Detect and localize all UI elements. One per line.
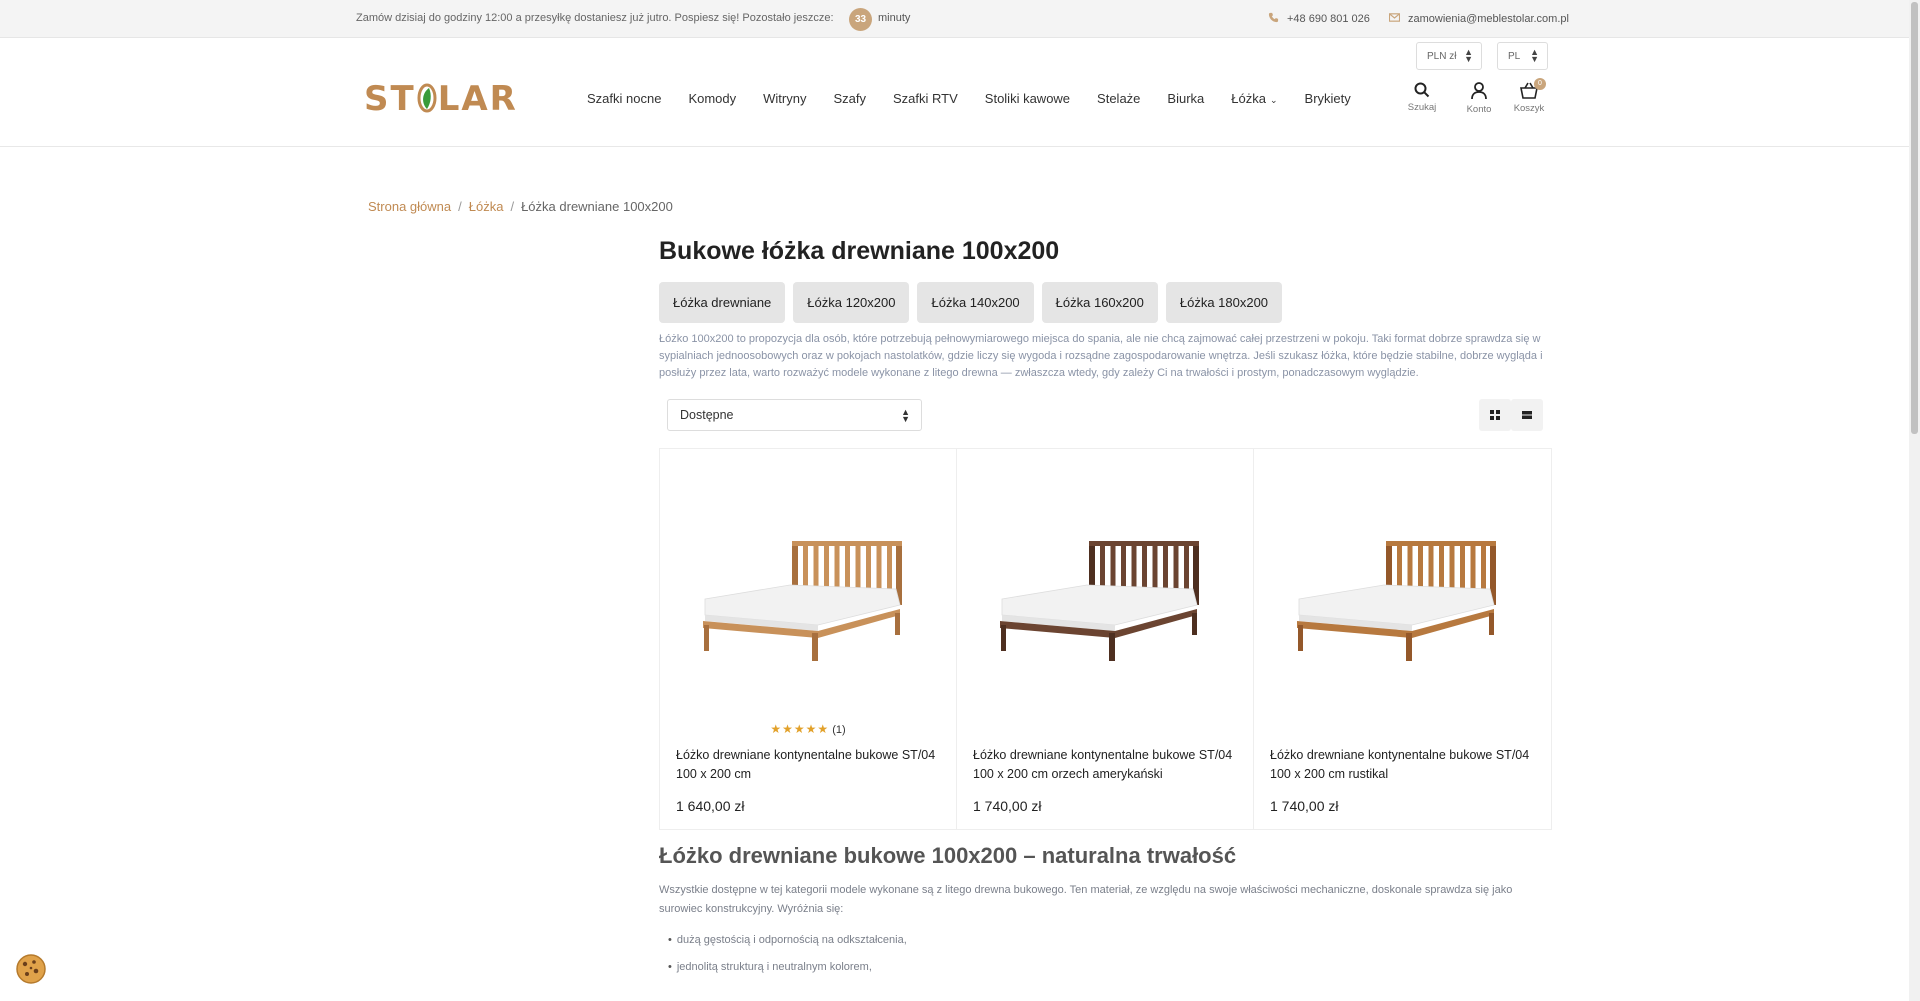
product-price: 1 740,00 zł — [973, 798, 1042, 814]
countdown-unit: minuty — [878, 12, 911, 24]
cookie-settings-icon[interactable] — [15, 953, 47, 985]
list-item: dużą gęstością i odpornością na odkształ… — [668, 934, 907, 946]
chip-lozka-140x200[interactable]: Łóżka 140x200 — [917, 282, 1034, 323]
sort-select[interactable]: Dostępne ▲ ▼ — [667, 399, 922, 431]
nav-item-stoliki-kawowe[interactable]: Stoliki kawowe — [985, 91, 1070, 106]
list-item: jednolitą strukturą i neutralnym kolorem… — [668, 961, 907, 973]
rating-stars-icon: ★★★★★ — [770, 722, 830, 736]
language-select[interactable]: PL ▲ ▼ — [1497, 42, 1548, 70]
chevron-down-icon: ⌄ — [1269, 95, 1278, 105]
breadcrumb-current: Łóżka drewniane 100x200 — [521, 199, 673, 214]
chip-lozka-180x200[interactable]: Łóżka 180x200 — [1165, 282, 1283, 323]
nav-item-lozka[interactable]: Łóżka ⌄ — [1231, 91, 1277, 106]
subcategory-chips: Łóżka drewniane Łóżka 120x200 Łóżka 140x… — [659, 282, 1290, 323]
nav-item-witryny[interactable]: Witryny — [763, 91, 806, 106]
site-header: PLN zł ▲ ▼ PL ▲ ▼ ST LAR Szafki nocne Komod… — [0, 39, 1909, 147]
product-image[interactable] — [1294, 533, 1504, 663]
product-card[interactable]: Łóżko drewniane kontynentalne bukowe ST/… — [957, 449, 1254, 829]
main-nav: Szafki nocne Komody Witryny Szafy Szafki… — [587, 91, 1378, 106]
top-bar: Zamów dzisiaj do godziny 12:00 a przesył… — [0, 0, 1909, 38]
scrollbar-thumb[interactable] — [1911, 2, 1918, 434]
breadcrumb-separator: / — [458, 199, 462, 214]
nav-item-brykiety[interactable]: Brykiety — [1305, 91, 1351, 106]
cart-label: Koszyk — [1513, 103, 1545, 114]
product-name[interactable]: Łóżko drewniane kontynentalne bukowe ST/… — [676, 746, 936, 784]
product-image[interactable] — [700, 533, 910, 663]
grid-icon — [1490, 410, 1500, 420]
product-grid: ★★★★★ (1) Łóżko drewniane kontynentalne … — [659, 448, 1552, 830]
cart-button[interactable]: 0 Koszyk — [1504, 78, 1554, 114]
product-price: 1 740,00 zł — [1270, 798, 1339, 814]
page-title: Bukowe łóżka drewniane 100x200 — [659, 237, 1060, 265]
section-text: Wszystkie dostępne w tej kategorii model… — [659, 884, 1513, 915]
nav-item-komody[interactable]: Komody — [688, 91, 736, 106]
select-arrows-icon: ▲ ▼ — [901, 407, 910, 424]
language-value: PL — [1508, 51, 1521, 62]
page-scrollbar[interactable] — [1909, 0, 1920, 1001]
search-button[interactable]: Szukaj — [1397, 82, 1447, 113]
list-view-button[interactable] — [1511, 399, 1543, 431]
breadcrumb-home[interactable]: Strona główna — [368, 199, 451, 214]
nav-item-szafy[interactable]: Szafy — [833, 91, 866, 106]
section-title: Łóżko drewniane bukowe 100x200 – natural… — [659, 843, 1237, 868]
category-intro: Łóżko 100x200 to propozycja dla osób, kt… — [659, 333, 1543, 379]
select-arrows-icon: ▲ ▼ — [1530, 47, 1539, 64]
site-logo[interactable]: ST LAR — [364, 79, 518, 119]
currency-value: PLN zł — [1427, 51, 1457, 62]
email-link[interactable]: zamowienia@meblestolar.com.pl — [1389, 12, 1569, 25]
cart-count-badge: 0 — [1534, 78, 1546, 90]
product-image[interactable] — [997, 533, 1207, 663]
chip-lozka-120x200[interactable]: Łóżka 120x200 — [793, 282, 910, 323]
search-icon — [1414, 82, 1430, 98]
breadcrumb-separator: / — [510, 199, 515, 214]
account-label: Konto — [1466, 104, 1492, 115]
phone-number: +48 690 801 026 — [1287, 13, 1370, 25]
product-name[interactable]: Łóżko drewniane kontynentalne bukowe ST/… — [1270, 746, 1530, 784]
nav-item-stelaze[interactable]: Stelaże — [1097, 91, 1140, 106]
review-count[interactable]: (1) — [832, 724, 845, 736]
phone-icon — [1268, 12, 1279, 23]
breadcrumb: Strona główna / Łóżka / Łóżka drewniane 100x… — [368, 199, 673, 214]
leaf-logo-icon — [417, 83, 437, 113]
product-rating: ★★★★★ (1) — [660, 722, 956, 736]
chip-lozka-160x200[interactable]: Łóżka 160x200 — [1041, 282, 1158, 323]
product-card[interactable]: ★★★★★ (1) Łóżko drewniane kontynentalne … — [660, 449, 957, 829]
nav-item-biurka[interactable]: Biurka — [1167, 91, 1204, 106]
select-arrows-icon: ▲ ▼ — [1464, 47, 1473, 64]
product-card[interactable]: Łóżko drewniane kontynentalne bukowe ST/… — [1254, 449, 1551, 829]
nav-item-szafki-nocne[interactable]: Szafki nocne — [587, 91, 661, 106]
list-icon — [1522, 411, 1532, 419]
promo-text: Zamów dzisiaj do godziny 12:00 a przesył… — [356, 12, 834, 24]
currency-select[interactable]: PLN zł ▲ ▼ — [1416, 42, 1482, 70]
nav-item-szafki-rtv[interactable]: Szafki RTV — [893, 91, 958, 106]
user-icon — [1471, 82, 1487, 100]
chip-lozka-drewniane[interactable]: Łóżka drewniane — [659, 282, 786, 323]
search-label: Szukaj — [1407, 102, 1437, 113]
sort-value: Dostępne — [680, 408, 734, 422]
phone-link[interactable]: +48 690 801 026 — [1268, 12, 1370, 25]
account-button[interactable]: Konto — [1454, 82, 1504, 115]
feature-list: dużą gęstością i odpornością na odkształ… — [668, 934, 907, 988]
email-address: zamowienia@meblestolar.com.pl — [1408, 13, 1569, 25]
nav-item-lozka-label: Łóżka — [1231, 91, 1266, 106]
envelope-icon — [1389, 13, 1400, 22]
product-name[interactable]: Łóżko drewniane kontynentalne bukowe ST/… — [973, 746, 1233, 784]
breadcrumb-beds[interactable]: Łóżka — [469, 199, 504, 214]
grid-view-button[interactable] — [1479, 399, 1511, 431]
countdown-badge: 33 — [849, 8, 872, 31]
product-price: 1 640,00 zł — [676, 798, 745, 814]
